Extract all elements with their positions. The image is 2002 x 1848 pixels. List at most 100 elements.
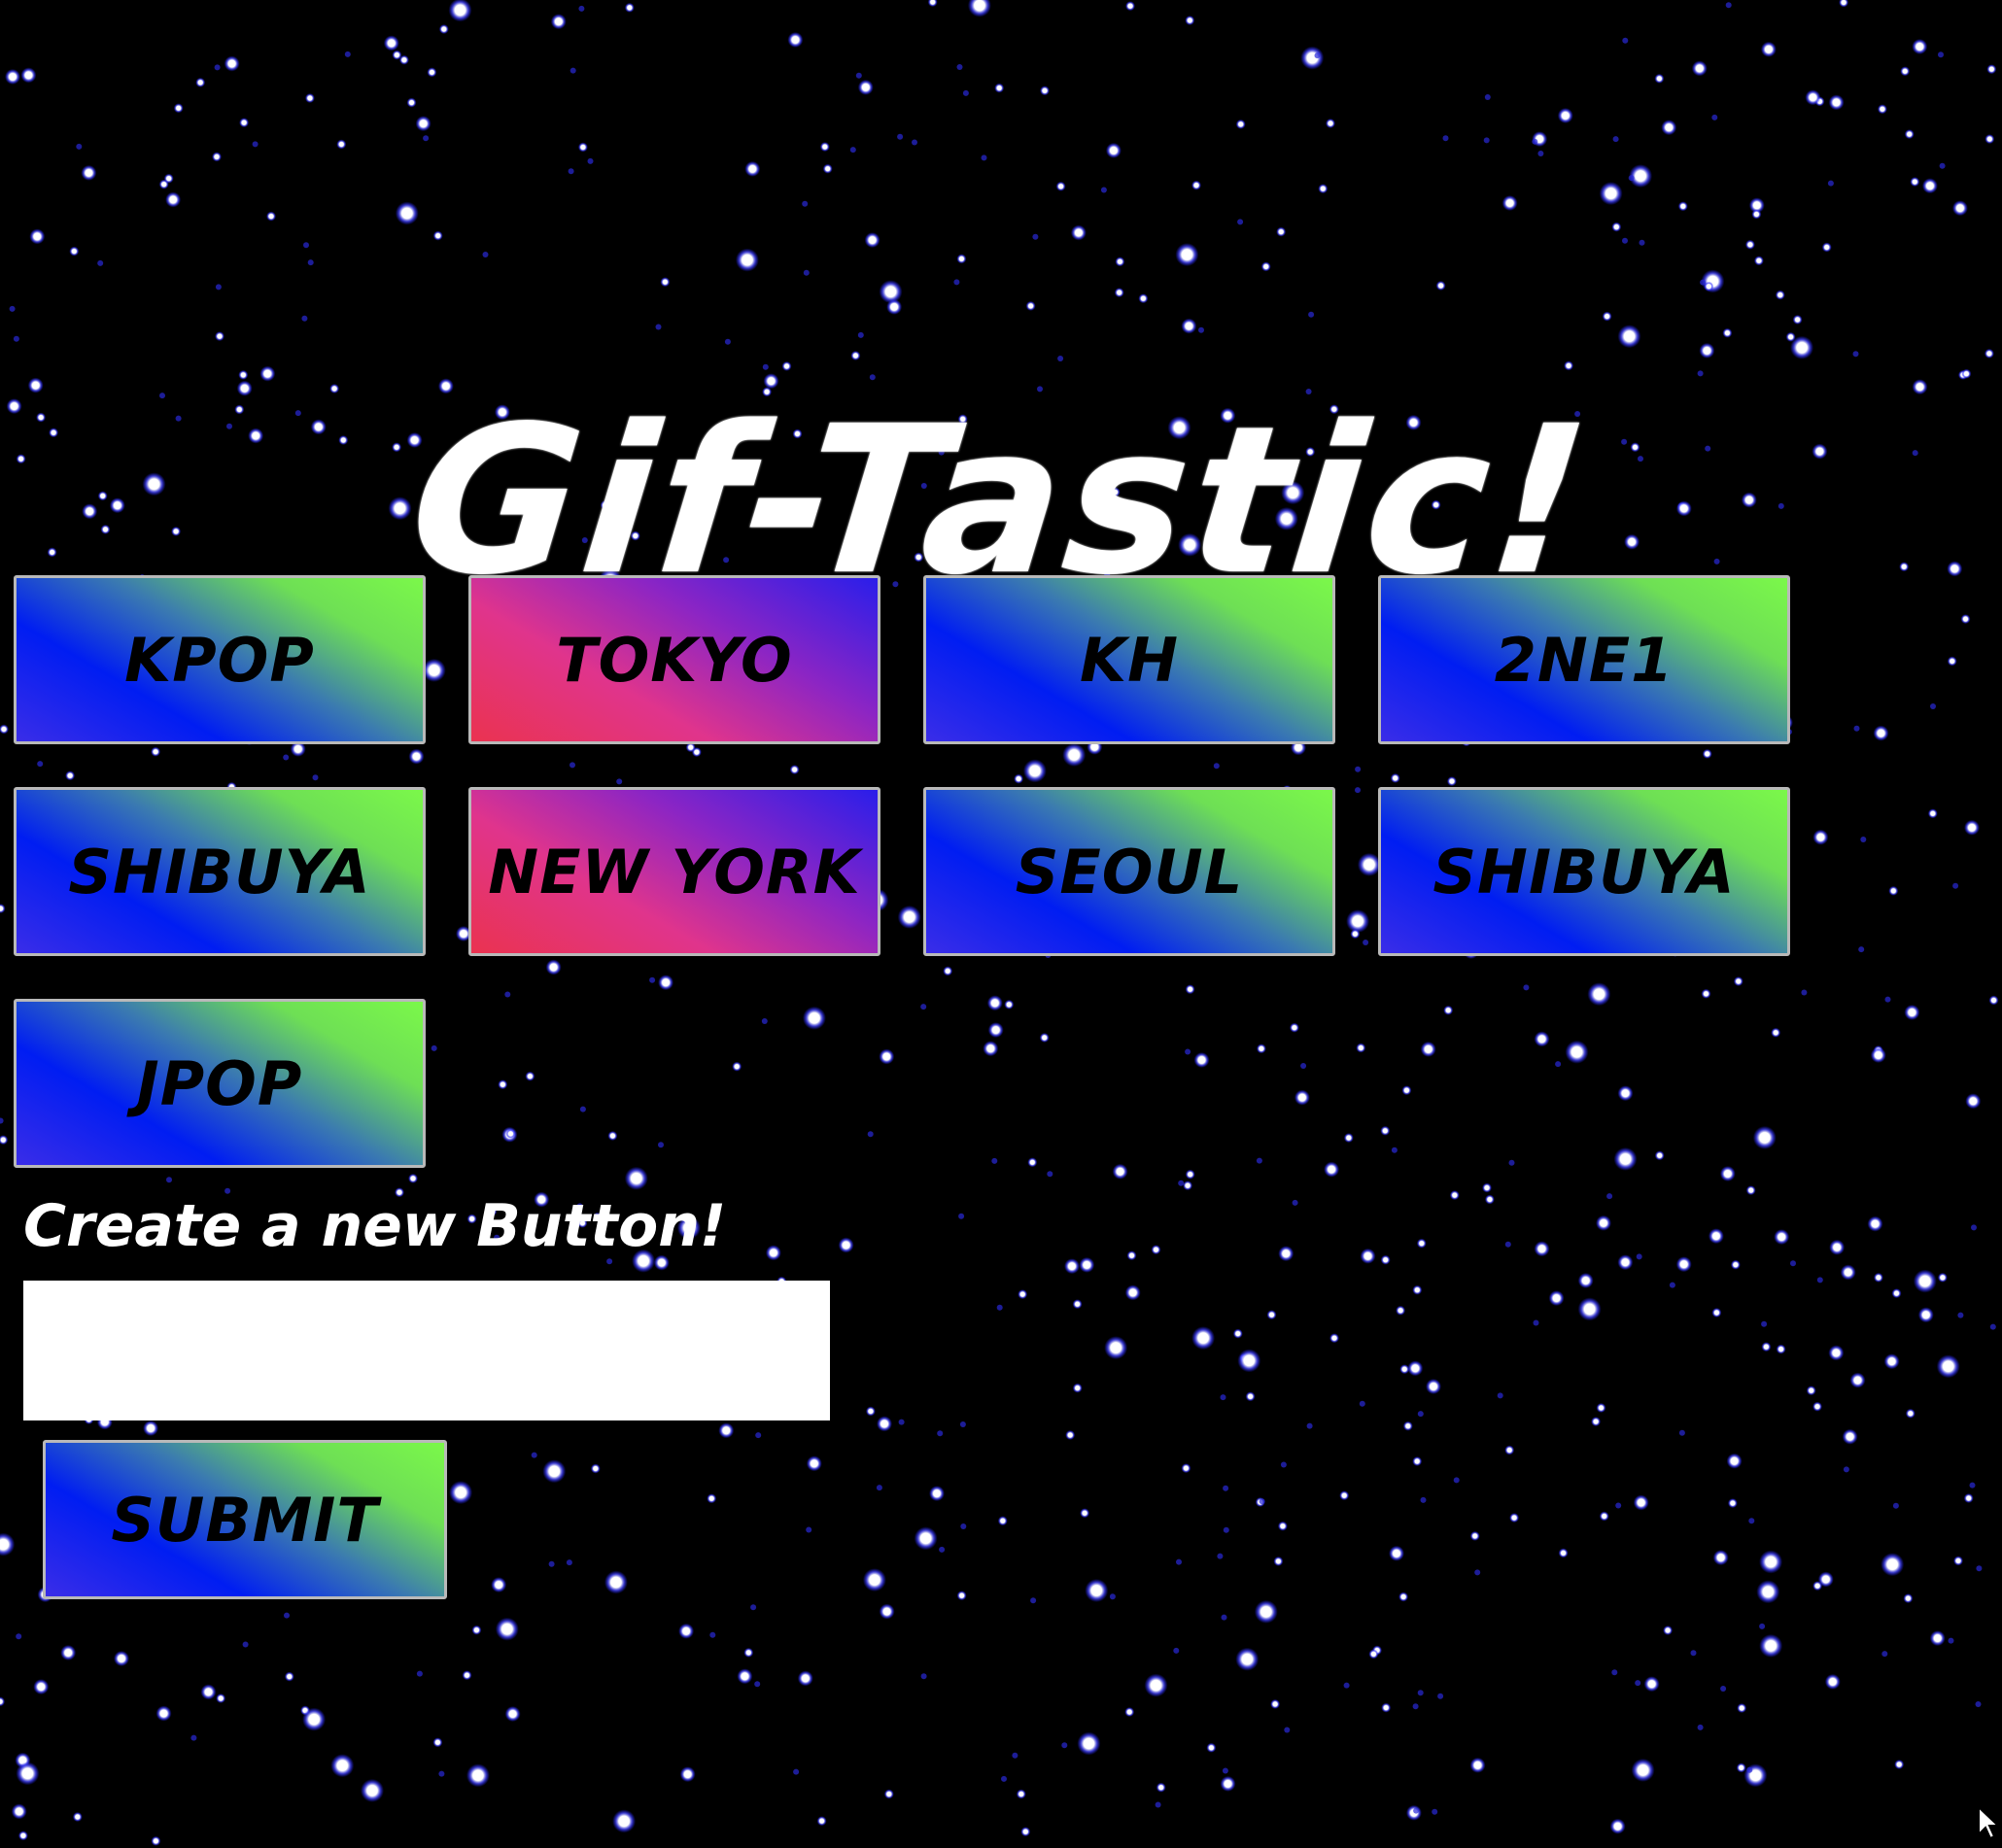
star — [1105, 142, 1122, 158]
faint-star — [504, 991, 511, 998]
star — [1237, 1349, 1261, 1373]
faint-star — [1881, 1651, 1888, 1658]
topic-button-shibuya[interactable]: SHIBUYA — [14, 787, 426, 956]
star — [259, 365, 276, 382]
star — [850, 351, 861, 360]
star — [914, 1526, 938, 1551]
star — [1557, 108, 1573, 123]
star — [1985, 134, 1995, 145]
faint-star — [1690, 1650, 1697, 1657]
topic-button-kpop[interactable]: KPOP — [14, 575, 426, 744]
topic-button-jpop[interactable]: JPOP — [14, 999, 426, 1168]
topic-button-new-york[interactable]: NEW YORK — [468, 787, 880, 956]
faint-star — [1843, 1466, 1849, 1473]
faint-star — [937, 1430, 944, 1437]
star — [1175, 243, 1199, 267]
star — [1960, 614, 1971, 625]
faint-star — [1892, 1502, 1899, 1509]
star — [797, 1670, 813, 1687]
submit-button[interactable]: SUBMIT — [43, 1440, 447, 1599]
star — [0, 1532, 16, 1557]
star — [577, 142, 588, 153]
star — [1125, 1, 1135, 12]
topic-button-tokyo[interactable]: TOKYO — [468, 575, 880, 744]
star — [1079, 1256, 1095, 1273]
star — [505, 1128, 516, 1139]
star — [1633, 1494, 1649, 1511]
faint-star — [1537, 151, 1544, 156]
faint-star — [344, 51, 351, 57]
star — [1126, 1250, 1137, 1261]
star — [1609, 1818, 1626, 1834]
star — [1469, 1530, 1480, 1541]
star — [1085, 1579, 1109, 1602]
star — [1792, 315, 1803, 325]
star — [1156, 1782, 1166, 1793]
star — [1613, 1146, 1638, 1171]
faint-star — [1532, 138, 1538, 145]
star — [1402, 1420, 1413, 1431]
topic-button-kh[interactable]: KH — [923, 575, 1335, 744]
star — [1266, 1310, 1277, 1320]
star — [1343, 1133, 1354, 1144]
star — [1484, 1194, 1495, 1205]
star — [1927, 808, 1938, 819]
topic-button-seoul[interactable]: SEOUL — [923, 787, 1335, 956]
star — [415, 116, 431, 132]
faint-star — [920, 1673, 927, 1680]
faint-star — [991, 1157, 998, 1164]
star — [1900, 66, 1911, 77]
star — [1398, 1591, 1409, 1602]
star — [1599, 182, 1623, 206]
star — [1138, 293, 1149, 304]
star — [1124, 1707, 1135, 1717]
faint-star — [1178, 1180, 1185, 1186]
faint-star — [301, 315, 308, 322]
star — [612, 1809, 637, 1833]
star — [1711, 1308, 1722, 1318]
star — [1055, 181, 1066, 191]
star — [1426, 1379, 1441, 1394]
star — [1446, 776, 1457, 787]
new-button-input[interactable] — [23, 1281, 830, 1420]
star — [65, 770, 76, 781]
star — [20, 67, 37, 84]
faint-star — [959, 1421, 966, 1427]
topic-button-shibuya-2[interactable]: SHIBUYA — [1378, 787, 1790, 956]
star — [1805, 89, 1821, 106]
star — [1040, 86, 1050, 96]
star — [1701, 988, 1711, 999]
faint-star — [755, 1432, 762, 1439]
star — [1072, 1299, 1083, 1310]
star — [1617, 1085, 1634, 1102]
star — [1405, 1804, 1422, 1821]
star — [471, 1625, 482, 1635]
star — [1699, 342, 1715, 359]
star — [1401, 1085, 1412, 1096]
star — [897, 905, 921, 929]
star — [822, 163, 833, 174]
faint-star — [1852, 351, 1859, 358]
star — [1077, 1731, 1101, 1756]
faint-star — [981, 154, 987, 161]
topic-button-2ne1[interactable]: 2NE1 — [1378, 575, 1790, 744]
star — [1443, 1005, 1454, 1015]
faint-star — [802, 200, 809, 207]
star — [967, 0, 991, 17]
faint-star — [0, 1117, 4, 1124]
star — [1185, 16, 1195, 25]
star — [879, 1048, 895, 1065]
faint-star — [307, 259, 314, 266]
star — [956, 254, 967, 264]
faint-star — [1858, 946, 1865, 953]
faint-star — [252, 141, 259, 148]
faint-star — [1860, 837, 1867, 842]
faint-star — [1697, 370, 1704, 377]
star — [491, 1577, 507, 1593]
star — [422, 658, 446, 682]
faint-star — [214, 64, 221, 71]
faint-star — [1801, 989, 1808, 996]
star — [143, 1420, 159, 1436]
star — [1761, 1342, 1772, 1352]
star — [1806, 1386, 1816, 1396]
